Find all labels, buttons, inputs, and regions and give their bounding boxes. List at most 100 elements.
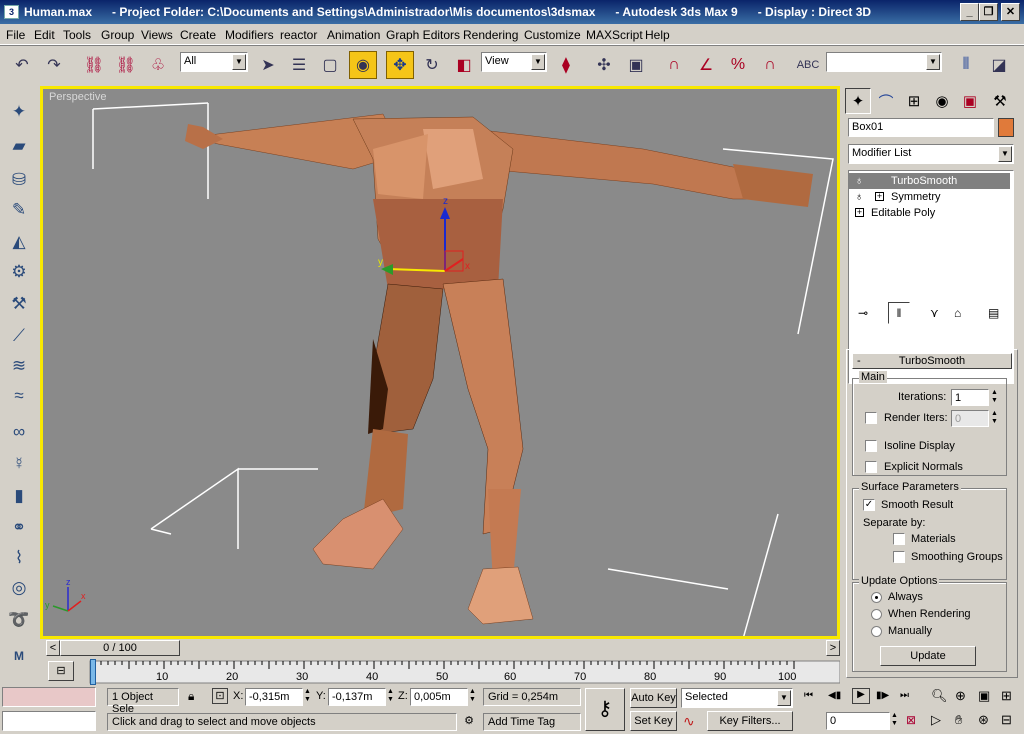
undo-icon[interactable]: ↶ bbox=[8, 51, 36, 79]
current-frame-input[interactable]: 0 bbox=[826, 712, 890, 730]
z-spinner-icon[interactable]: ▲ ▼ bbox=[469, 688, 476, 704]
lightbulb-icon[interactable]: ♁ bbox=[855, 189, 863, 205]
update-button[interactable]: Update bbox=[880, 646, 976, 666]
selection-filter-dropdown[interactable]: All ▼ bbox=[180, 52, 248, 72]
menu-graph-editors[interactable]: Graph Editors bbox=[386, 28, 460, 42]
zoom-extents-all-icon[interactable]: ⊞ bbox=[1001, 688, 1012, 704]
expand-plus-icon[interactable]: + bbox=[855, 208, 864, 217]
perspective-viewport[interactable]: Perspective z y x z y x bbox=[40, 86, 840, 639]
object-name-field[interactable]: Box01 bbox=[848, 118, 994, 137]
maxscript-listener-white[interactable] bbox=[2, 711, 96, 731]
window-crossing-icon[interactable]: ◉ bbox=[349, 51, 377, 79]
zoom-all-icon[interactable]: ⊕ bbox=[955, 688, 966, 704]
select-and-rotate-icon[interactable]: ↻ bbox=[418, 51, 446, 79]
y-spinner-icon[interactable]: ▲ ▼ bbox=[387, 688, 394, 704]
when-rendering-radio[interactable] bbox=[871, 609, 882, 620]
menu-create[interactable]: Create bbox=[180, 28, 216, 42]
select-and-move-icon[interactable]: ✥ bbox=[386, 51, 414, 79]
time-configuration-icon[interactable]: ⊠ bbox=[906, 713, 916, 727]
chevron-down-icon[interactable]: ▼ bbox=[998, 146, 1012, 162]
human-mesh[interactable] bbox=[185, 113, 813, 625]
bind-to-space-warp-icon[interactable]: ♧ bbox=[144, 51, 172, 79]
explicit-normals-checkbox[interactable] bbox=[865, 461, 877, 473]
menu-maxscript[interactable]: MAXScript bbox=[586, 28, 643, 42]
utilities-tab-icon[interactable]: ⚒ bbox=[987, 88, 1013, 114]
display-tab-icon[interactable]: ▣ bbox=[957, 88, 983, 114]
spinner-snap-icon[interactable]: ∩ bbox=[756, 51, 784, 79]
go-to-start-icon[interactable]: ⏮ bbox=[804, 690, 813, 701]
rollout-header[interactable]: - TurboSmooth bbox=[852, 353, 1012, 369]
key-filters-button[interactable]: Key Filters... bbox=[707, 711, 793, 731]
box-icon[interactable]: ▰ bbox=[4, 132, 34, 160]
frame-spinner-icon[interactable]: ▲ ▼ bbox=[891, 712, 898, 728]
set-key-button[interactable]: Set Key bbox=[630, 711, 677, 731]
menu-reactor[interactable]: reactor bbox=[280, 28, 317, 42]
close-button[interactable]: ✕ bbox=[1001, 3, 1020, 21]
chevron-down-icon[interactable]: ▼ bbox=[232, 54, 246, 70]
chevron-down-icon[interactable]: ▼ bbox=[777, 690, 791, 706]
wave-icon[interactable]: ≈ bbox=[4, 382, 34, 410]
time-slider-thumb[interactable]: 0 / 100 bbox=[60, 640, 180, 656]
torus-knot-icon[interactable]: ∞ bbox=[4, 418, 34, 446]
pan-icon[interactable]: ✋︎ bbox=[955, 712, 962, 728]
set-key-icon[interactable]: ⚷ bbox=[585, 688, 625, 731]
z-coordinate-input[interactable]: 0,005m bbox=[410, 688, 468, 706]
cylinder-icon[interactable]: ⛁ bbox=[4, 166, 34, 194]
chevron-down-icon[interactable]: ▼ bbox=[926, 54, 940, 70]
select-and-manipulate-icon[interactable]: ✣ bbox=[590, 51, 618, 79]
y-coordinate-input[interactable]: -0,137m bbox=[328, 688, 386, 706]
open-mini-curve-editor-icon[interactable]: ⊟ bbox=[48, 661, 74, 681]
named-selection-sets-dropdown[interactable]: ▼ bbox=[826, 52, 942, 72]
lightbulb-icon[interactable]: ♁ bbox=[855, 173, 863, 189]
mirror-icon[interactable]: ⫴ bbox=[952, 51, 980, 79]
create-tab-icon[interactable]: ✦ bbox=[845, 88, 871, 114]
chevron-down-icon[interactable]: ▼ bbox=[531, 54, 545, 70]
modify-tab-icon[interactable]: ⌒ bbox=[873, 88, 899, 114]
menu-views[interactable]: Views bbox=[141, 28, 173, 42]
materials-checkbox[interactable] bbox=[893, 533, 905, 545]
motion-tab-icon[interactable]: ◉ bbox=[929, 88, 955, 114]
go-to-end-icon[interactable]: ⏭ bbox=[900, 690, 909, 701]
cone-icon[interactable]: ◭ bbox=[4, 228, 34, 256]
menu-file[interactable]: File bbox=[6, 28, 25, 42]
app-icon[interactable]: 3 bbox=[4, 5, 19, 19]
expand-plus-icon[interactable]: + bbox=[875, 192, 884, 201]
percent-snap-icon[interactable]: % bbox=[724, 51, 752, 79]
menu-edit[interactable]: Edit bbox=[34, 28, 55, 42]
add-time-tag-button[interactable]: Add Time Tag bbox=[483, 713, 581, 731]
object-color-swatch[interactable] bbox=[998, 118, 1014, 137]
render-iters-spinner-icon[interactable]: ▲ ▼ bbox=[991, 410, 998, 426]
show-end-result-icon[interactable]: ‖ bbox=[888, 302, 910, 324]
absolute-mode-icon[interactable]: ⊡ bbox=[212, 688, 228, 704]
always-radio[interactable] bbox=[871, 592, 882, 603]
bone-icon[interactable]: ⚭ bbox=[4, 514, 34, 542]
redo-icon[interactable]: ↷ bbox=[40, 51, 68, 79]
biped-icon[interactable]: ☿ bbox=[4, 450, 34, 478]
make-unique-icon[interactable]: ⋎ bbox=[930, 306, 939, 320]
x-coordinate-input[interactable]: -0,315m bbox=[245, 688, 303, 706]
select-object-icon[interactable]: ➤ bbox=[254, 51, 282, 79]
render-iters-checkbox[interactable] bbox=[865, 412, 877, 424]
menu-rendering[interactable]: Rendering bbox=[463, 28, 518, 42]
reference-coordinate-dropdown[interactable]: View ▼ bbox=[481, 52, 547, 72]
maximize-button[interactable]: ❐ bbox=[979, 3, 998, 21]
modifier-list-dropdown[interactable]: Modifier List ▼ bbox=[848, 144, 1014, 164]
default-tangent-icon[interactable]: ∿ bbox=[683, 713, 695, 730]
pin-stack-icon[interactable]: ⊸ bbox=[858, 306, 868, 320]
iterations-input[interactable]: 1 bbox=[951, 389, 989, 406]
arc-rotate-icon[interactable]: ⊛ bbox=[978, 712, 989, 728]
configure-modifier-sets-icon[interactable]: ▤ bbox=[988, 306, 999, 320]
stack-item-editable-poly[interactable]: + Editable Poly bbox=[849, 205, 1010, 221]
maxscript-listener-pink[interactable] bbox=[2, 687, 96, 707]
pivot-center-icon[interactable]: ⧫ bbox=[552, 51, 580, 79]
isoline-display-checkbox[interactable] bbox=[865, 440, 877, 452]
crane-icon[interactable]: ⚒ bbox=[4, 290, 34, 318]
field-of-view-icon[interactable]: ▷ bbox=[931, 712, 941, 728]
render-iters-input[interactable]: 0 bbox=[951, 410, 989, 427]
wheel-icon[interactable]: ◎ bbox=[4, 574, 34, 602]
gear-icon[interactable]: ⚙ bbox=[4, 258, 34, 286]
zoom-extents-icon[interactable]: ▣ bbox=[978, 688, 990, 704]
snaps-toggle-icon[interactable]: ∩ bbox=[660, 51, 688, 79]
selection-lock-icon[interactable]: 🔒︎ bbox=[188, 689, 194, 704]
next-frame-icon[interactable]: ▮▶ bbox=[876, 690, 889, 701]
